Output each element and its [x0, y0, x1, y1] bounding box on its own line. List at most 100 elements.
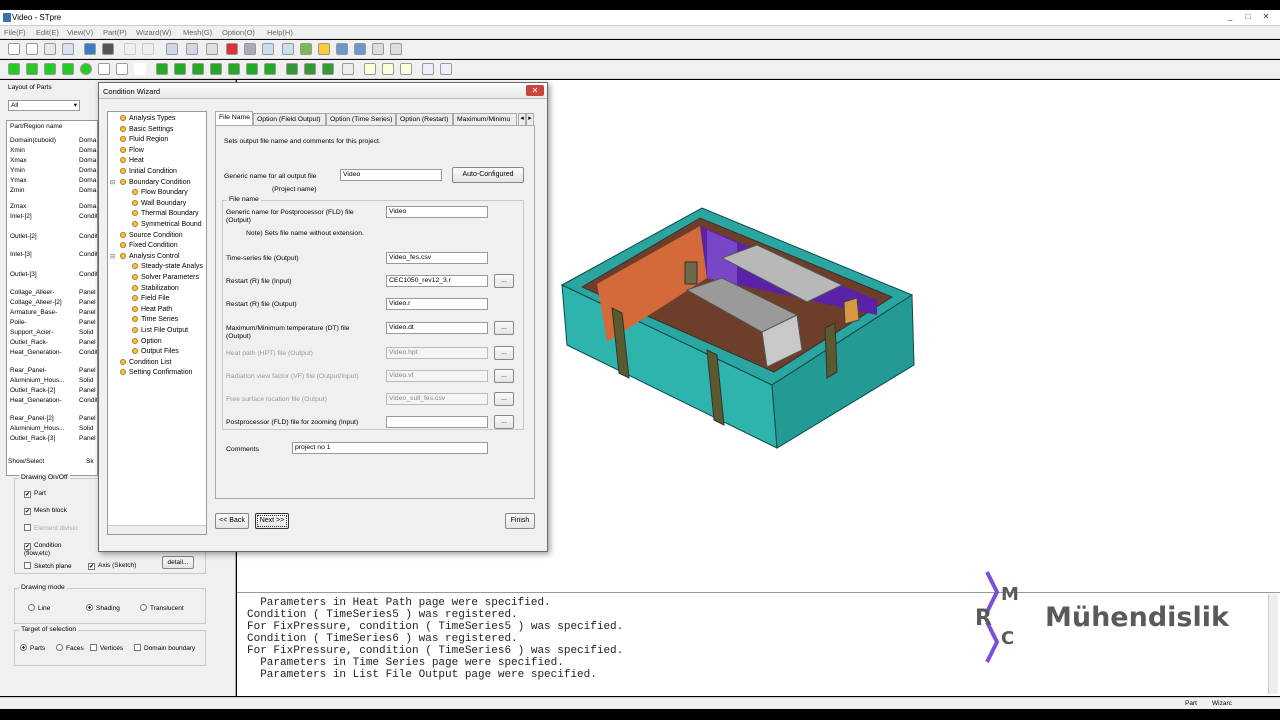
window-icon[interactable]	[390, 43, 402, 55]
part-row-name[interactable]: Ymin	[10, 167, 25, 174]
detail-button[interactable]: detail...	[162, 556, 194, 569]
tab-option-field[interactable]: Option (Field Output)	[253, 113, 326, 125]
part-row-name[interactable]: Xmax	[10, 157, 27, 164]
file-field-input[interactable]: Video.dt	[386, 322, 488, 334]
tab-file-name[interactable]: File Name	[215, 111, 253, 125]
part-row-name[interactable]: Zmin	[10, 187, 24, 194]
tree-item[interactable]: Analysis Control	[120, 252, 180, 260]
part-row-name[interactable]: Heat_Generation-	[10, 349, 62, 356]
part-row-name[interactable]: Xmin	[10, 147, 25, 154]
tree-item[interactable]: Source Condition	[120, 231, 183, 239]
sketch-plane-checkbox[interactable]: Sketch plane	[24, 562, 72, 570]
tree-item[interactable]: Fluid Region	[120, 136, 168, 143]
rack-icon[interactable]	[228, 63, 240, 75]
menu-view[interactable]: View(V)	[67, 28, 93, 37]
menu-option[interactable]: Option(O)	[222, 28, 255, 37]
tree-item[interactable]: Wall Boundary	[132, 199, 186, 207]
menu-part[interactable]: Part(P)	[103, 28, 127, 37]
mode-shading-radio[interactable]: Shading	[86, 604, 120, 612]
menu-wizard[interactable]: Wizard(W)	[136, 28, 171, 37]
part-row-name[interactable]: Collage_Alleer-[2]	[10, 299, 62, 306]
wizard-tree[interactable]: Analysis Types Basic Settings Fluid Region…	[107, 111, 207, 535]
duct-icon[interactable]	[286, 63, 298, 75]
layout-tab[interactable]: Layout of Parts	[8, 84, 52, 91]
axis-icon[interactable]	[226, 43, 238, 55]
redo-icon[interactable]	[142, 43, 154, 55]
tree-item[interactable]: Analysis Types	[120, 115, 176, 122]
file-field-input[interactable]: Video	[386, 206, 488, 218]
rotate-icon[interactable]	[206, 43, 218, 55]
run-icon[interactable]	[354, 43, 366, 55]
fan-icon[interactable]	[156, 63, 168, 75]
save-icon[interactable]	[44, 43, 56, 55]
file-field-input[interactable]: CEC1050_rev12_3.r	[386, 275, 488, 287]
solver-icon[interactable]	[336, 43, 348, 55]
select-icon[interactable]	[166, 43, 178, 55]
part-checkbox[interactable]: ✔ Part	[24, 490, 46, 498]
file-field-input[interactable]: Video_sull_fes.csv	[386, 393, 488, 405]
point-icon[interactable]	[134, 63, 146, 75]
part-row-name[interactable]: Aluminium_Hous...	[10, 425, 65, 432]
browse-button[interactable]: ...	[494, 321, 514, 335]
close-icon[interactable]: ✕	[1260, 12, 1272, 22]
cylinder-icon[interactable]	[26, 63, 38, 75]
browse-button[interactable]: ...	[494, 415, 514, 429]
menu-mesh[interactable]: Mesh(G)	[183, 28, 212, 37]
tab-option-time[interactable]: Option (Time Series)	[326, 113, 396, 125]
part-row-name[interactable]: Poile-	[10, 319, 27, 326]
text-icon[interactable]	[342, 63, 354, 75]
tree-item[interactable]: Output Files	[132, 348, 179, 355]
tree-item[interactable]: Field File	[132, 295, 169, 302]
tree-item[interactable]: Heat Path	[132, 305, 172, 313]
generic-name-input[interactable]: Video	[340, 169, 442, 181]
array-icon[interactable]	[400, 63, 412, 75]
part-row-name[interactable]: Aluminium_Hous...	[10, 377, 65, 384]
axis-sketch-checkbox[interactable]: ✔ Axis (Sketch)	[88, 562, 136, 570]
sketch-tab[interactable]: Sk	[86, 458, 94, 465]
check-icon[interactable]	[440, 63, 452, 75]
minimize-icon[interactable]: _	[1224, 12, 1236, 22]
part-row-name[interactable]: Inlet-[2]	[10, 213, 32, 220]
import-icon[interactable]	[84, 43, 96, 55]
undo-icon[interactable]	[124, 43, 136, 55]
element-division-checkbox[interactable]: Element divisio	[24, 524, 78, 532]
tree-collapse-icon[interactable]: ⊟	[110, 179, 115, 186]
tree-item[interactable]: Basic Settings	[120, 125, 173, 133]
menu-edit[interactable]: Edit(E)	[36, 28, 59, 37]
part-row-name[interactable]: Ymax	[10, 177, 27, 184]
move-icon[interactable]	[186, 43, 198, 55]
auto-configured-button[interactable]: Auto-Configured	[452, 167, 524, 183]
measure-icon[interactable]	[244, 43, 256, 55]
next-button[interactable]: Next >>	[255, 513, 289, 529]
polygon-icon[interactable]	[116, 63, 128, 75]
tree-item[interactable]: Condition List	[120, 358, 171, 366]
file-field-input[interactable]	[386, 416, 488, 428]
dialog-close-icon[interactable]: ✕	[526, 85, 544, 96]
tree-item[interactable]: List File Output	[132, 327, 188, 334]
heat-icon[interactable]	[192, 63, 204, 75]
mesh-icon[interactable]	[300, 43, 312, 55]
panel-icon[interactable]	[210, 63, 222, 75]
tree-item[interactable]: Heat	[120, 157, 144, 164]
mode-line-radio[interactable]: Line	[28, 604, 50, 612]
tool-icon[interactable]	[102, 43, 114, 55]
tree-item[interactable]: Initial Condition	[120, 168, 177, 175]
new-icon[interactable]	[8, 43, 20, 55]
tree-item[interactable]: Boundary Condition	[120, 178, 191, 186]
mode-translucent-radio[interactable]: Translucent	[140, 604, 184, 612]
snap-icon[interactable]	[282, 43, 294, 55]
tree-item[interactable]: Solver Parameters	[132, 274, 199, 281]
part-row-name[interactable]: Domain(cuboid)	[10, 137, 56, 144]
tree-item[interactable]: Option	[132, 337, 162, 345]
finish-button[interactable]: Finish	[505, 513, 535, 529]
browse-button[interactable]: ...	[494, 346, 514, 360]
tree-item[interactable]: Flow	[120, 146, 144, 154]
show-select-tab[interactable]: Show/Select	[8, 458, 44, 465]
target-vertices-checkbox[interactable]: Vertices	[90, 644, 123, 652]
tree-item[interactable]: Symmetrical Bound	[132, 221, 202, 228]
part-row-name[interactable]: Outlet-[2]	[10, 233, 37, 240]
tree-collapse-icon[interactable]: ⊟	[110, 253, 115, 260]
tree-item[interactable]: Thermal Boundary	[132, 210, 199, 217]
part-row-name[interactable]: Inlet-[3]	[10, 251, 32, 258]
view-icon[interactable]	[372, 43, 384, 55]
